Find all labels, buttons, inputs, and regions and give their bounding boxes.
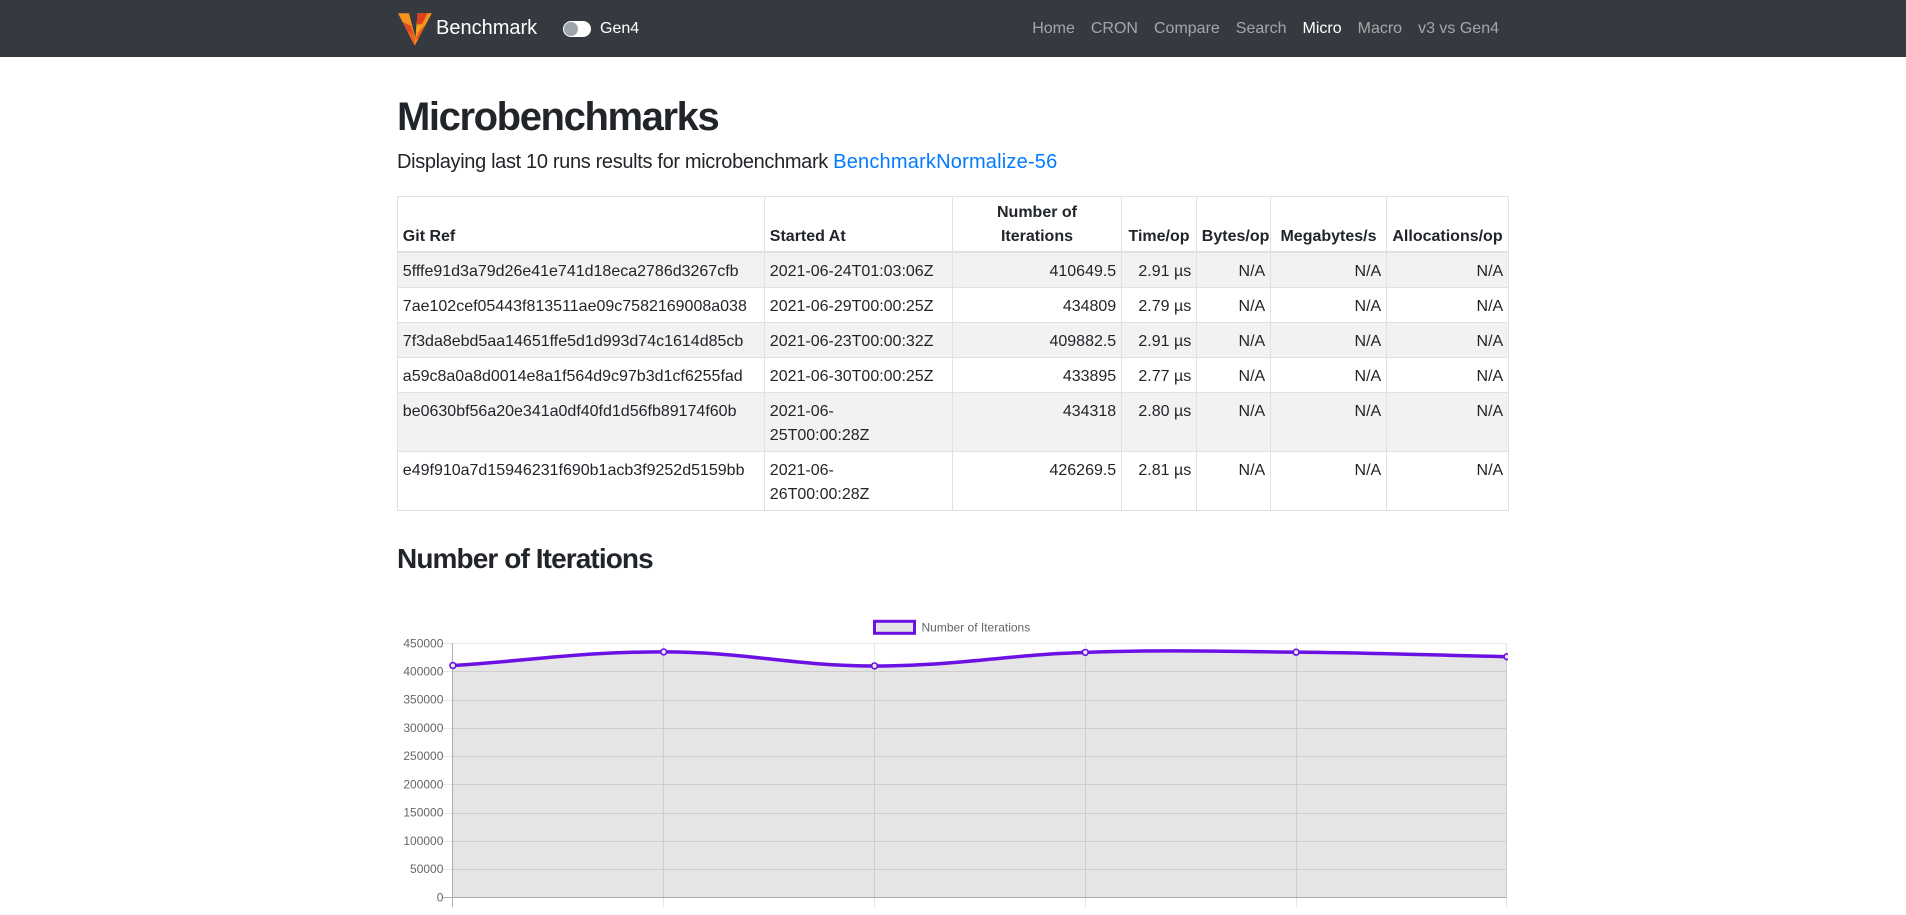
- svg-text:50000: 50000: [410, 862, 444, 876]
- svg-text:150000: 150000: [403, 806, 443, 820]
- svg-text:200000: 200000: [403, 777, 443, 791]
- svg-text:300000: 300000: [403, 721, 443, 735]
- svg-text:250000: 250000: [403, 749, 443, 763]
- svg-text:350000: 350000: [403, 693, 443, 707]
- svg-text:0: 0: [437, 890, 444, 904]
- svg-text:450000: 450000: [403, 636, 443, 650]
- svg-text:Number of Iterations: Number of Iterations: [922, 620, 1031, 634]
- svg-text:100000: 100000: [403, 834, 443, 848]
- svg-text:400000: 400000: [403, 665, 443, 679]
